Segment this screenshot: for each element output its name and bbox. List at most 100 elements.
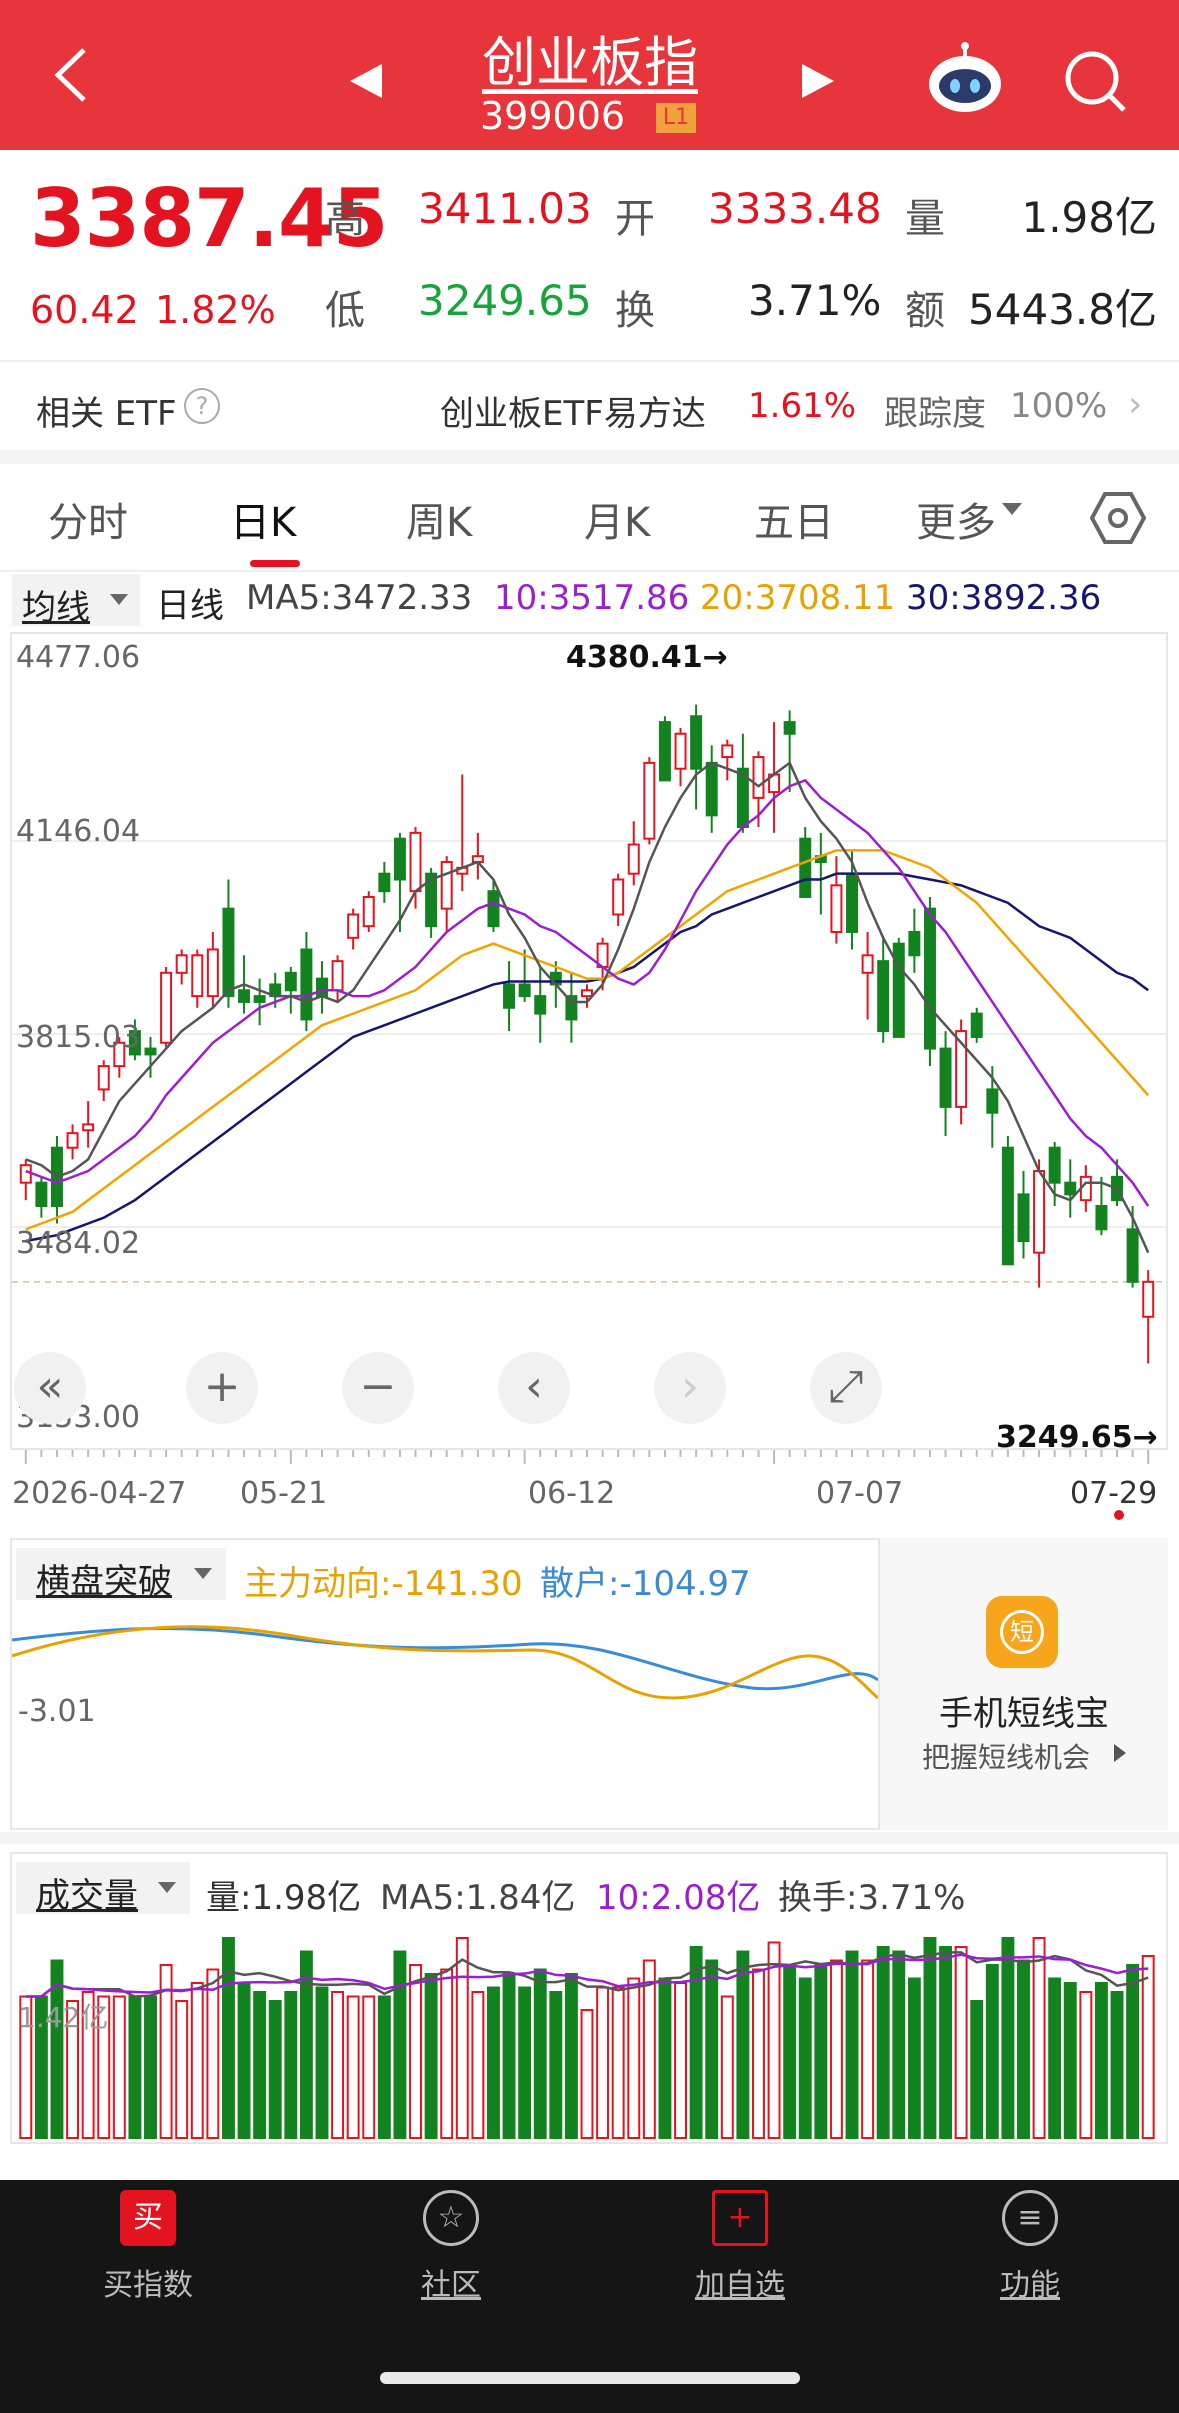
- volume-bar: [1063, 1982, 1077, 2139]
- volume-bar: [783, 1964, 797, 2139]
- ma20-line: [25, 849, 1150, 1231]
- volume-bar: [377, 1995, 391, 2139]
- volume-bar: [455, 1937, 469, 2139]
- tab-five-day[interactable]: 五日: [754, 490, 834, 548]
- search-icon[interactable]: [1060, 46, 1130, 120]
- candle-body: [66, 1132, 79, 1149]
- home-indicator: [380, 2372, 800, 2384]
- candle-body: [362, 895, 375, 928]
- volume-bar: [315, 1986, 329, 2139]
- candle-body: [1142, 1280, 1155, 1318]
- candle-body: [1048, 1146, 1061, 1184]
- open-value: 3333.48: [708, 184, 882, 233]
- tab-more[interactable]: 更多: [916, 490, 996, 548]
- volume-bar: [907, 1977, 921, 2139]
- promo-card[interactable]: 短 手机短线宝 把握短线机会: [880, 1538, 1168, 1830]
- indicator-selector[interactable]: 横盘突破: [16, 1548, 226, 1602]
- tab-daily-k[interactable]: 日K: [230, 490, 296, 548]
- candle-body: [612, 878, 625, 916]
- index-code: 399006: [480, 94, 626, 138]
- section-gap: [0, 450, 1179, 464]
- volume-bar: [674, 1982, 687, 2139]
- candle-body: [705, 761, 718, 817]
- volume-bar: [829, 1959, 843, 2139]
- next-index-icon[interactable]: [800, 62, 836, 104]
- chevron-right-icon: ›: [1128, 384, 1143, 425]
- date-axis-label: 05-21: [240, 1476, 328, 1511]
- scroll-left-button[interactable]: ‹: [498, 1352, 570, 1424]
- volume-ma5: MA5:1.84亿: [380, 1878, 576, 1918]
- volume-bar: [564, 1973, 578, 2139]
- volume-bar: [658, 1977, 672, 2139]
- ma-selector-label: 均线: [22, 588, 90, 628]
- promo-title: 手机短线宝: [939, 1694, 1109, 1734]
- volume-bar: [268, 2000, 282, 2139]
- candle-body: [643, 761, 656, 840]
- volume-selector[interactable]: 成交量: [16, 1862, 190, 1916]
- candle-body: [487, 890, 500, 928]
- volume-bar: [362, 1995, 376, 2139]
- candle-body: [1064, 1181, 1077, 1196]
- candle-body: [1017, 1193, 1030, 1243]
- tab-buy-index[interactable]: 买 买指数: [68, 2190, 228, 2304]
- open-label: 开: [615, 196, 655, 242]
- zoom-in-button[interactable]: +: [186, 1352, 258, 1424]
- current-dot: [1114, 1510, 1124, 1520]
- volume-ma10: 10:2.08亿: [596, 1878, 761, 1918]
- amount-value: 5443.8亿: [968, 285, 1157, 334]
- volume-bar: [1094, 1982, 1108, 2139]
- tab-label: 加自选: [695, 2268, 785, 2303]
- rewind-button[interactable]: «: [14, 1352, 86, 1424]
- candle-body: [191, 954, 204, 998]
- kline-chart[interactable]: [12, 634, 1166, 1448]
- add-icon: +: [712, 2190, 768, 2246]
- candle-body: [658, 721, 671, 782]
- amount-label: 额: [905, 288, 945, 334]
- volume-bar: [533, 1968, 547, 2139]
- volume-bar: [284, 1991, 298, 2139]
- volume-bar: [611, 1986, 625, 2139]
- promo-icon: 短: [986, 1596, 1058, 1668]
- candle-body: [19, 1164, 32, 1184]
- candle-body: [908, 930, 921, 957]
- date-axis-label: 07-07: [816, 1476, 904, 1511]
- tab-intraday[interactable]: 分时: [48, 490, 128, 548]
- chevron-down-icon: [158, 1882, 176, 1893]
- volume-bar: [440, 1968, 454, 2139]
- max-marker: 4380.41→: [566, 640, 728, 675]
- ma-selector[interactable]: 均线: [12, 574, 140, 628]
- candle-body: [1033, 1170, 1046, 1254]
- ma30-line: [25, 872, 1149, 1243]
- etf-row[interactable]: 相关 ETF ? 创业板ETF易方达 1.61% 跟踪度 100% ›: [0, 362, 1179, 450]
- candle-body: [581, 989, 593, 998]
- fullscreen-button[interactable]: ⤢: [810, 1352, 882, 1424]
- volume-bar: [175, 2000, 189, 2139]
- candle-body: [331, 960, 344, 992]
- chart-settings-icon[interactable]: [1089, 490, 1147, 550]
- tab-functions[interactable]: ≡ 功能: [950, 2190, 1110, 2304]
- volume-bar: [1032, 1937, 1046, 2139]
- candle-body: [175, 954, 188, 974]
- volume-bar: [393, 1950, 407, 2139]
- volume-turnover: 换手:3.71%: [778, 1878, 966, 1918]
- tab-monthly-k[interactable]: 月K: [584, 490, 650, 548]
- volume-bar: [346, 1995, 360, 2139]
- tab-weekly-k[interactable]: 周K: [406, 490, 472, 548]
- prev-index-icon[interactable]: [348, 62, 384, 104]
- date-axis-label: 06-12: [528, 1476, 616, 1511]
- tab-add-watchlist[interactable]: + 加自选: [660, 2190, 820, 2304]
- back-icon[interactable]: [44, 40, 104, 110]
- robot-assistant-icon[interactable]: [925, 42, 1005, 118]
- candle-body: [627, 843, 640, 875]
- volume-bar: [144, 1995, 157, 2139]
- scroll-right-button[interactable]: ›: [654, 1352, 726, 1424]
- zoom-out-button[interactable]: −: [342, 1352, 414, 1424]
- volume-bar: [128, 1995, 142, 2139]
- candle-body: [253, 995, 266, 1003]
- volume-bar: [752, 1968, 765, 2139]
- volume-bar: [767, 1941, 781, 2139]
- volume-bar: [502, 1973, 516, 2139]
- tab-community[interactable]: ☆ 社区: [371, 2190, 531, 2304]
- main-force-value: 主力动向:-141.30: [244, 1564, 523, 1604]
- help-icon[interactable]: ?: [184, 388, 220, 424]
